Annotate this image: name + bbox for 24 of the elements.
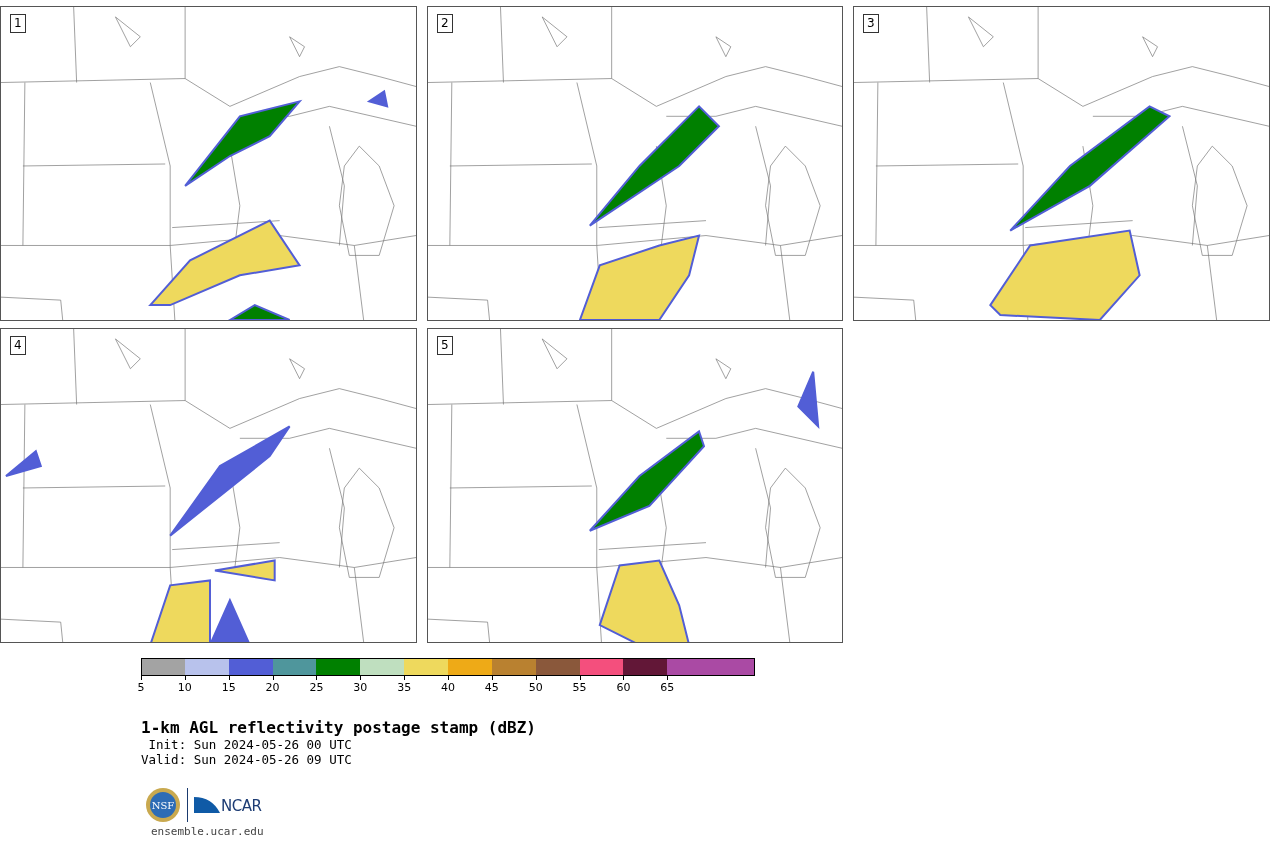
tick-label: 25 <box>309 681 324 694</box>
tick-label: 35 <box>397 681 412 694</box>
panel-number: 5 <box>437 336 453 355</box>
tick-label: 60 <box>616 681 631 694</box>
tick-label: 30 <box>353 681 368 694</box>
tick-label: 15 <box>221 681 236 694</box>
tick-label: 55 <box>572 681 587 694</box>
ncar-logo: NCAR <box>194 795 262 815</box>
tick-label: 40 <box>441 681 455 694</box>
init-time: Init: Sun 2024-05-26 00 UTC <box>147 737 353 752</box>
valid-time: Valid: Sun 2024-05-26 09 UTC <box>141 752 353 767</box>
tick-label: 45 <box>484 681 499 694</box>
panel-number: 4 <box>10 336 26 355</box>
tick-label: 10 <box>177 681 192 694</box>
panel-number: 2 <box>437 14 453 33</box>
website-url: ensemble.ucar.edu <box>151 825 265 838</box>
chart-title: 1-km AGL reflectivity postage stamp (dBZ) <box>141 718 537 737</box>
panel-number: 1 <box>10 14 26 33</box>
tick-label: 20 <box>265 681 280 694</box>
nsf-logo: NSF <box>145 787 181 823</box>
tick-label: 5 <box>137 681 145 694</box>
tick-label: 65 <box>660 681 675 694</box>
tick-label: 50 <box>528 681 543 694</box>
panel-number: 3 <box>863 14 879 33</box>
